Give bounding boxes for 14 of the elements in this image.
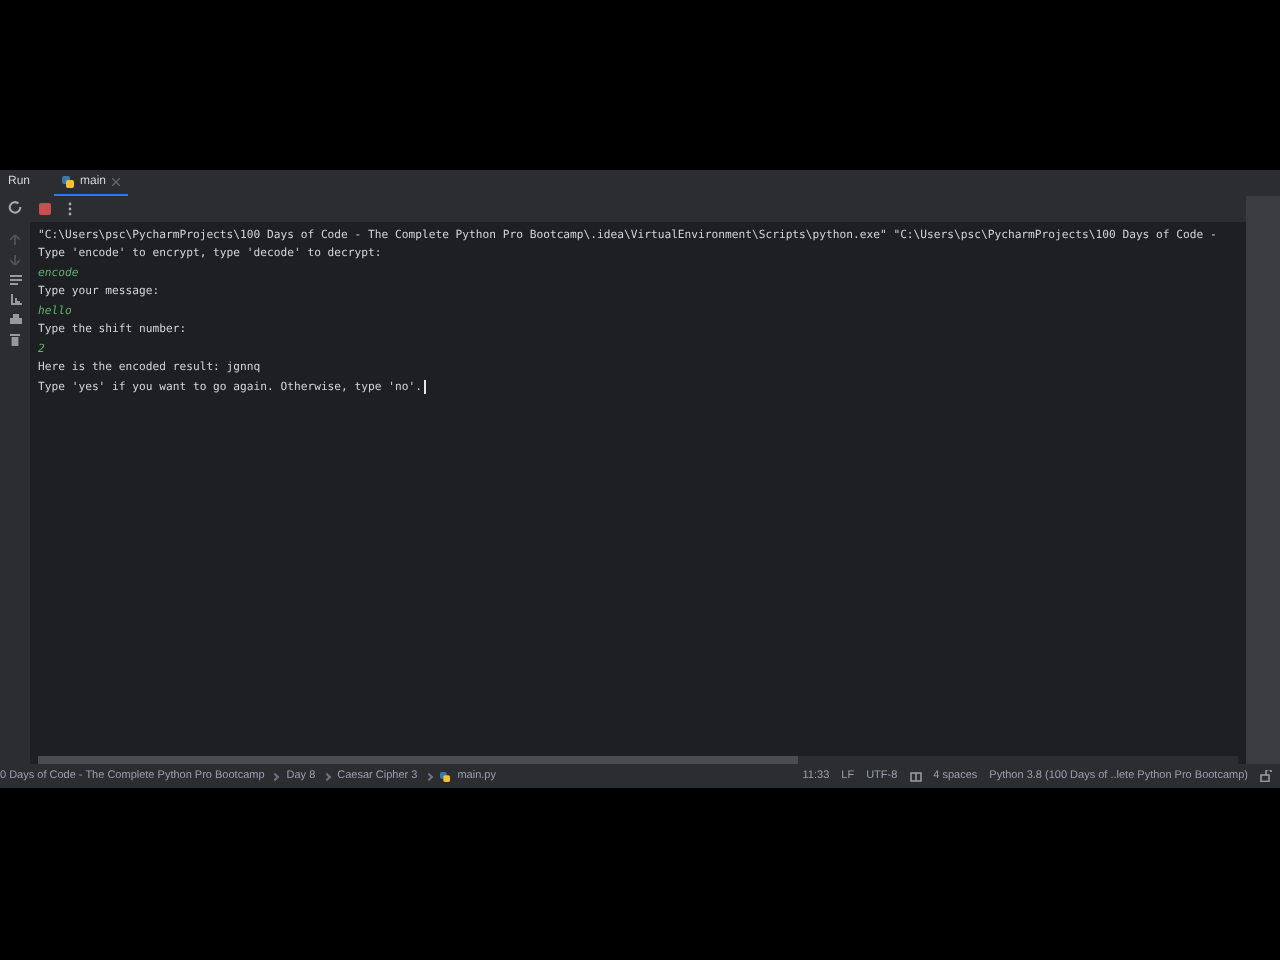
- stop-icon[interactable]: [38, 202, 52, 216]
- chevron-icon: [424, 771, 433, 781]
- lock-icon[interactable]: [1260, 770, 1272, 782]
- chevron-icon: [271, 771, 280, 781]
- python-icon: [439, 771, 450, 781]
- rerun-icon[interactable]: [8, 200, 22, 214]
- print-icon[interactable]: [9, 314, 21, 326]
- horizontal-scrollbar[interactable]: [38, 756, 798, 764]
- close-icon[interactable]: [112, 178, 121, 186]
- readonly-icon[interactable]: [909, 771, 922, 781]
- chevron-icon: [322, 771, 331, 781]
- trash-icon[interactable]: [10, 334, 20, 346]
- python-icon: [62, 176, 75, 188]
- wrap-icon[interactable]: [9, 274, 21, 286]
